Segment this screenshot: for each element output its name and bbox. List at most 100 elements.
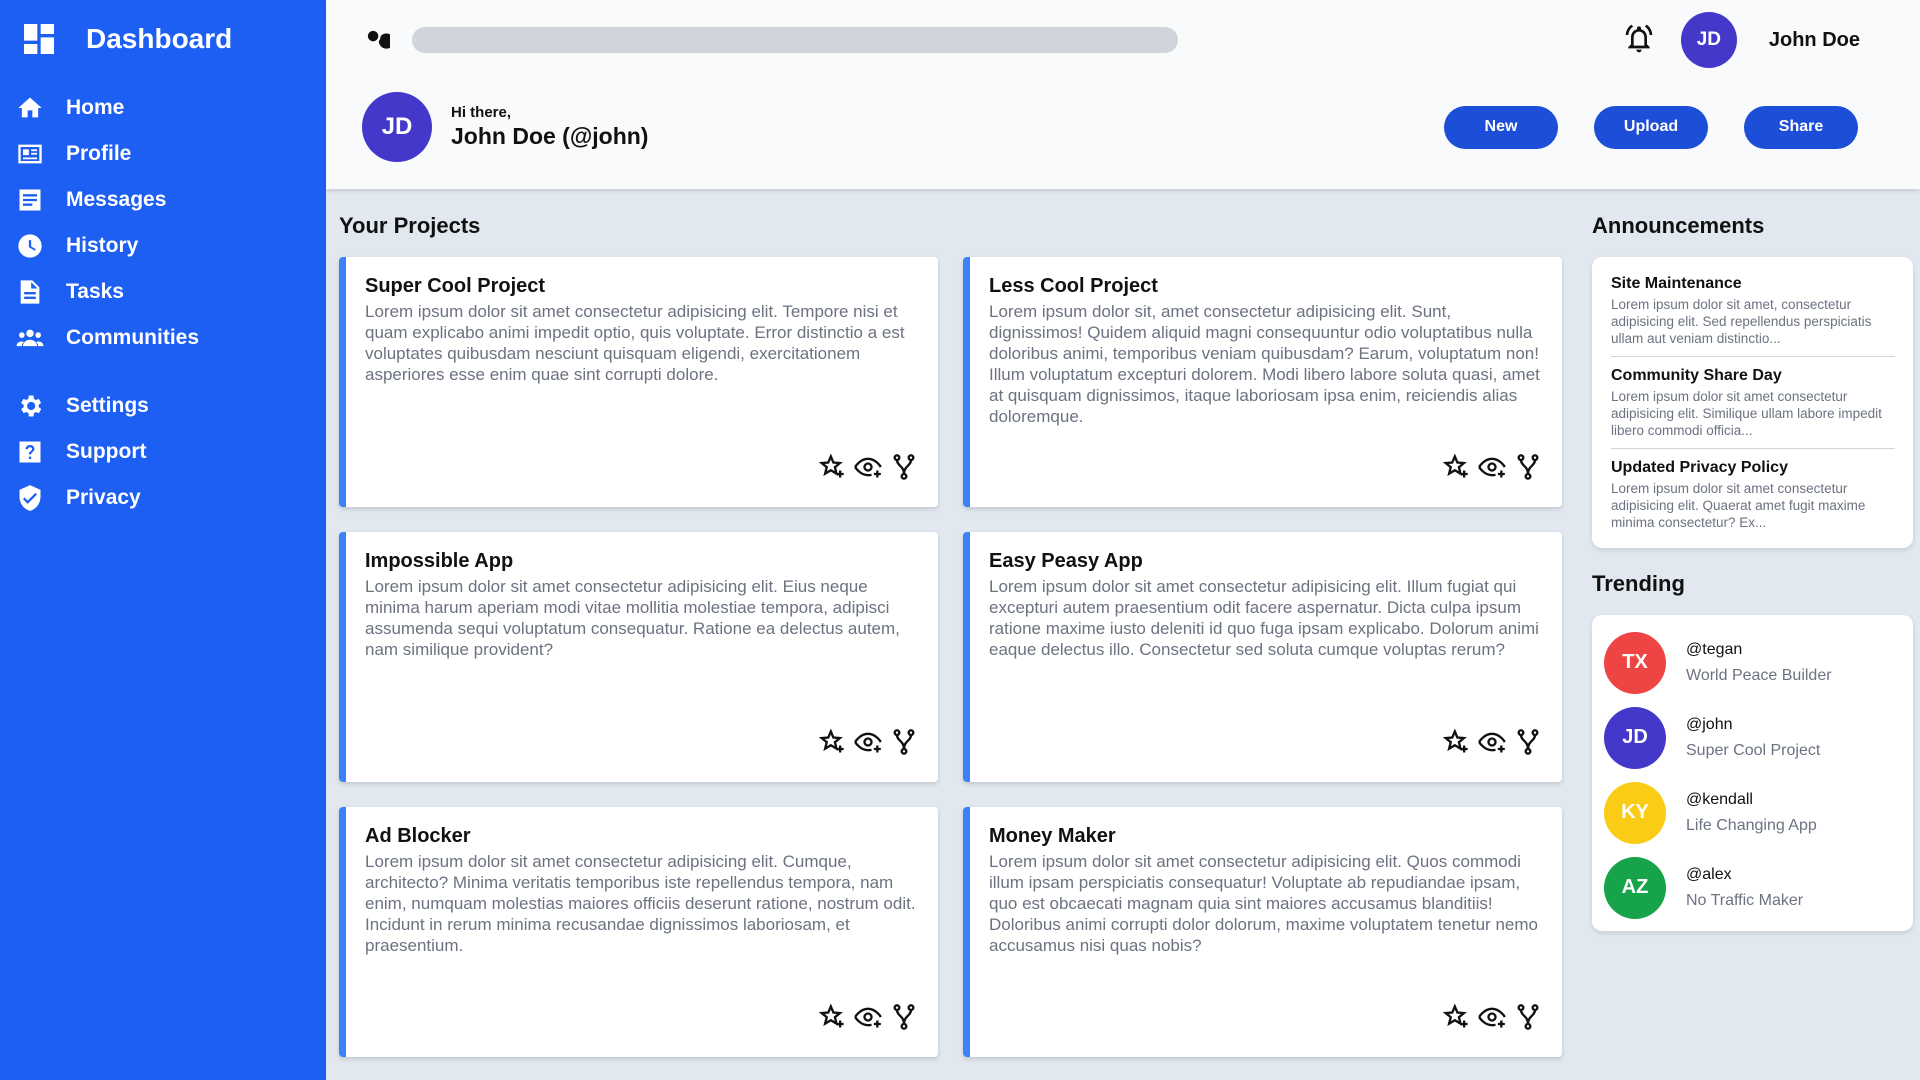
share-button[interactable]: Share (1744, 105, 1858, 149)
announcement-title: Updated Privacy Policy (1611, 459, 1788, 476)
announcement-item[interactable]: Site Maintenance Lorem ipsum dolor sit a… (1611, 265, 1895, 357)
project-description: Lorem ipsum dolor sit amet consectetur a… (365, 852, 916, 955)
star-add-icon[interactable] (818, 453, 846, 481)
greeting: Hi there, John Doe (@john) (451, 104, 648, 150)
star-add-icon[interactable] (818, 728, 846, 756)
trending-title: Trending (1592, 571, 1685, 596)
projects-title: Your Projects (339, 213, 481, 238)
trending-item[interactable]: AZ @alex No Traffic Maker (1604, 850, 1901, 925)
project-description: Lorem ipsum dolor sit amet consectetur a… (365, 302, 905, 384)
project-title: Easy Peasy App (989, 550, 1143, 572)
brand-title: Dashboard (86, 23, 233, 54)
announcement-body: Lorem ipsum dolor sit amet consectetur a… (1611, 481, 1866, 530)
project-actions (818, 1003, 918, 1031)
greeting-small: Hi there, (451, 104, 512, 121)
announcements-card: Site Maintenance Lorem ipsum dolor sit a… (1592, 257, 1913, 548)
announcement-body: Lorem ipsum dolor sit amet, consectetur … (1611, 297, 1872, 346)
project-actions (818, 453, 918, 481)
projects-section: Your Projects Super Cool Project Lorem i… (339, 213, 1567, 1080)
project-card[interactable]: Less Cool Project Lorem ipsum dolor sit,… (963, 257, 1562, 507)
sidebar-item-label: Communities (66, 326, 200, 349)
watch-add-icon[interactable] (854, 728, 882, 756)
content: Your Projects Super Cool Project Lorem i… (326, 189, 1920, 1080)
star-add-icon[interactable] (1442, 1003, 1470, 1031)
brand[interactable]: Dashboard (0, 18, 326, 60)
trending-item[interactable]: JD @john Super Cool Project (1604, 700, 1901, 775)
trending-project: Super Cool Project (1686, 741, 1821, 759)
sidebar-item-profile[interactable]: Profile (0, 131, 326, 177)
avatar: TX (1604, 631, 1666, 694)
profile-avatar: JD (362, 92, 432, 162)
project-card[interactable]: Impossible App Lorem ipsum dolor sit ame… (339, 532, 938, 782)
watch-add-icon[interactable] (1478, 1003, 1506, 1031)
announcement-body: Lorem ipsum dolor sit amet consectetur a… (1611, 389, 1882, 438)
search-input[interactable] (412, 27, 1178, 53)
new-button[interactable]: New (1444, 105, 1558, 149)
sidebar-item-label: History (66, 234, 139, 257)
project-card[interactable]: Easy Peasy App Lorem ipsum dolor sit ame… (963, 532, 1562, 782)
star-add-icon[interactable] (1442, 728, 1470, 756)
project-description: Lorem ipsum dolor sit amet consectetur a… (365, 577, 900, 659)
project-title: Super Cool Project (365, 275, 546, 297)
search-icon[interactable] (362, 25, 394, 55)
trending-item[interactable]: KY @kendall Life Changing App (1604, 775, 1901, 850)
project-description: Lorem ipsum dolor sit, amet consectetur … (989, 302, 1540, 426)
sidebar-item-tasks[interactable]: Tasks (0, 269, 326, 315)
gear-icon (15, 391, 45, 421)
trending-project: Life Changing App (1686, 816, 1817, 834)
trending-item[interactable]: TX @tegan World Peace Builder (1604, 625, 1901, 700)
fork-icon[interactable] (890, 728, 918, 756)
announcement-item[interactable]: Community Share Day Lorem ipsum dolor si… (1611, 357, 1895, 449)
announcement-item[interactable]: Updated Privacy Policy Lorem ipsum dolor… (1611, 449, 1895, 540)
fork-icon[interactable] (1514, 728, 1542, 756)
avatar: JD (1604, 706, 1666, 769)
sidebar-item-settings[interactable]: Settings (0, 383, 326, 429)
star-add-icon[interactable] (818, 1003, 846, 1031)
help-icon (15, 437, 45, 467)
greeting-row: JD Hi there, John Doe (@john) New Upload… (362, 92, 1920, 162)
upload-button[interactable]: Upload (1594, 105, 1708, 149)
user-name[interactable]: John Doe (1769, 29, 1860, 52)
avatar[interactable]: JD (1680, 12, 1737, 68)
project-title: Money Maker (989, 825, 1116, 847)
document-icon (15, 277, 45, 307)
project-card[interactable]: Money Maker Lorem ipsum dolor sit amet c… (963, 807, 1562, 1057)
projects-grid: Super Cool Project Lorem ipsum dolor sit… (339, 257, 1567, 1057)
project-card[interactable]: Super Cool Project Lorem ipsum dolor sit… (339, 257, 938, 507)
clock-icon (15, 231, 45, 261)
fork-icon[interactable] (1514, 453, 1542, 481)
announcements-title: Announcements (1592, 213, 1765, 238)
topbar: JD John Doe (362, 0, 1920, 80)
watch-add-icon[interactable] (854, 1003, 882, 1031)
trending-handle: @kendall (1686, 790, 1753, 808)
sidebar: Dashboard Home Profile Messages History … (0, 0, 326, 1080)
sidebar-item-privacy[interactable]: Privacy (0, 475, 326, 521)
sidebar-item-communities[interactable]: Communities (0, 315, 326, 361)
sidebar-item-support[interactable]: Support (0, 429, 326, 475)
sidebar-item-label: Privacy (66, 486, 141, 509)
star-add-icon[interactable] (1442, 453, 1470, 481)
bell-icon[interactable] (1623, 23, 1657, 57)
project-actions (818, 728, 918, 756)
fork-icon[interactable] (1514, 1003, 1542, 1031)
project-description: Lorem ipsum dolor sit amet consectetur a… (989, 852, 1538, 955)
fork-icon[interactable] (890, 1003, 918, 1031)
sidebar-item-label: Support (66, 440, 147, 463)
project-actions (1442, 1003, 1542, 1031)
sidebar-item-label: Profile (66, 142, 132, 165)
watch-add-icon[interactable] (1478, 453, 1506, 481)
watch-add-icon[interactable] (854, 453, 882, 481)
project-card[interactable]: Ad Blocker Lorem ipsum dolor sit amet co… (339, 807, 938, 1057)
user-area: JD John Doe (1623, 12, 1860, 68)
project-description: Lorem ipsum dolor sit amet consectetur a… (989, 577, 1539, 659)
header-actions: New Upload Share (1408, 105, 1858, 149)
watch-add-icon[interactable] (1478, 728, 1506, 756)
trending-project: No Traffic Maker (1686, 891, 1804, 909)
sidebar-item-history[interactable]: History (0, 223, 326, 269)
sidebar-item-messages[interactable]: Messages (0, 177, 326, 223)
sidebar-item-home[interactable]: Home (0, 85, 326, 131)
avatar: KY (1604, 781, 1666, 844)
greeting-name: John Doe (@john) (451, 123, 649, 149)
fork-icon[interactable] (890, 453, 918, 481)
project-title: Ad Blocker (365, 825, 471, 847)
